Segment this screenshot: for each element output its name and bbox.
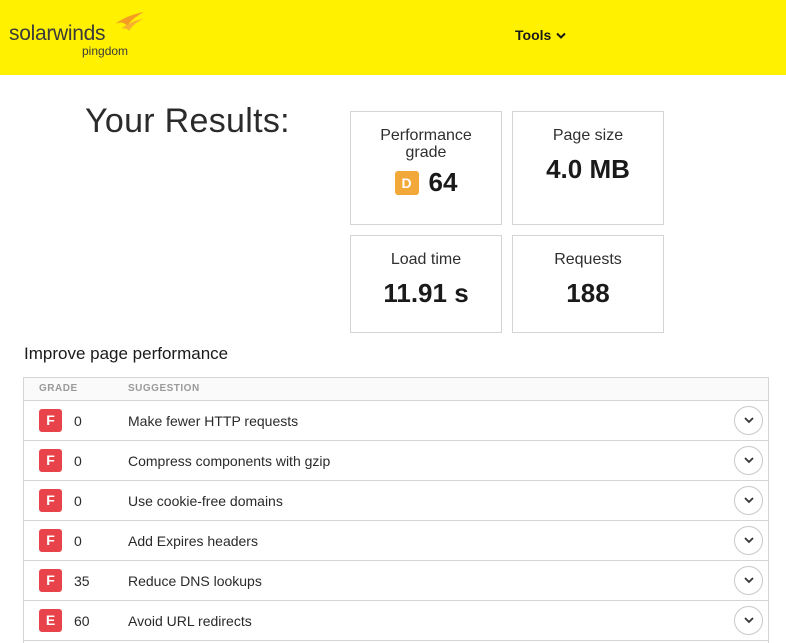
solarwinds-flame-icon (115, 12, 144, 31)
chevron-down-icon (743, 617, 754, 624)
table-row[interactable]: F 0 Add Expires headers (24, 521, 768, 561)
grade-score: 0 (74, 453, 82, 469)
logo-main-text: solarwinds (9, 22, 106, 45)
tools-menu[interactable]: Tools (515, 27, 567, 43)
load-time-value: 11.91 s (383, 278, 469, 308)
card-label: Requests (554, 251, 622, 268)
grade-badge: F (39, 529, 62, 552)
table-header: GRADE SUGGESTION (24, 378, 768, 401)
logo-sub-text: pingdom (82, 44, 129, 58)
chevron-down-icon (556, 32, 567, 39)
chevron-down-icon (743, 537, 754, 544)
suggestion-text: Avoid URL redirects (128, 613, 252, 629)
grade-score: 0 (74, 493, 82, 509)
expand-row-button[interactable] (734, 566, 763, 595)
table-row[interactable]: F 35 Reduce DNS lookups (24, 561, 768, 601)
chevron-down-icon (743, 497, 754, 504)
suggestion-text: Compress components with gzip (128, 453, 331, 469)
page-size-card: Page size 4.0 MB (512, 111, 664, 225)
grade-score: 0 (74, 533, 82, 549)
column-header-grade: GRADE (39, 383, 78, 394)
grade-badge: F (39, 569, 62, 592)
column-header-suggestion: SUGGESTION (128, 383, 200, 394)
grade-score: 60 (74, 613, 90, 629)
requests-value: 188 (566, 278, 610, 308)
expand-row-button[interactable] (734, 606, 763, 635)
table-row[interactable]: F 0 Compress components with gzip (24, 441, 768, 481)
expand-row-button[interactable] (734, 446, 763, 475)
suggestions-table: GRADE SUGGESTION F 0 Make fewer HTTP reque… (23, 377, 769, 643)
grade-badge: D (394, 170, 419, 195)
grade-badge: F (39, 489, 62, 512)
chevron-down-icon (743, 417, 754, 424)
expand-row-button[interactable] (734, 486, 763, 515)
chevron-down-icon (743, 577, 754, 584)
expand-row-button[interactable] (734, 526, 763, 555)
performance-grade-card: Performance grade D 64 (350, 111, 502, 225)
suggestion-text: Reduce DNS lookups (128, 573, 262, 589)
card-label: Performance grade (380, 127, 472, 161)
suggestion-text: Make fewer HTTP requests (128, 413, 299, 429)
load-time-card: Load time 11.91 s (350, 235, 502, 333)
table-row[interactable]: F 0 Use cookie-free domains (24, 481, 768, 521)
top-header: solarwinds pingdom Tools (0, 0, 786, 75)
performance-grade-value: D 64 (351, 167, 501, 198)
grade-score: 64 (428, 167, 458, 197)
tools-label: Tools (515, 27, 552, 43)
table-row[interactable]: E 60 Avoid URL redirects (24, 601, 768, 641)
grade-score: 35 (74, 573, 90, 589)
grade-badge: F (39, 409, 62, 432)
suggestion-text: Use cookie-free domains (128, 493, 283, 509)
section-title: Improve page performance (24, 344, 229, 363)
grade-badge: F (39, 449, 62, 472)
requests-card: Requests 188 (512, 235, 664, 333)
card-label: Page size (552, 127, 624, 144)
grade-badge: E (39, 609, 62, 632)
card-label: Load time (390, 251, 462, 268)
chevron-down-icon (743, 457, 754, 464)
suggestion-text: Add Expires headers (128, 533, 258, 549)
solarwinds-pingdom-logo[interactable]: solarwinds pingdom (9, 10, 149, 60)
expand-row-button[interactable] (734, 406, 763, 435)
grade-score: 0 (74, 413, 82, 429)
table-row[interactable]: F 0 Make fewer HTTP requests (24, 401, 768, 441)
page-title: Your Results: (85, 102, 290, 140)
page-size-value: 4.0 MB (546, 154, 630, 184)
